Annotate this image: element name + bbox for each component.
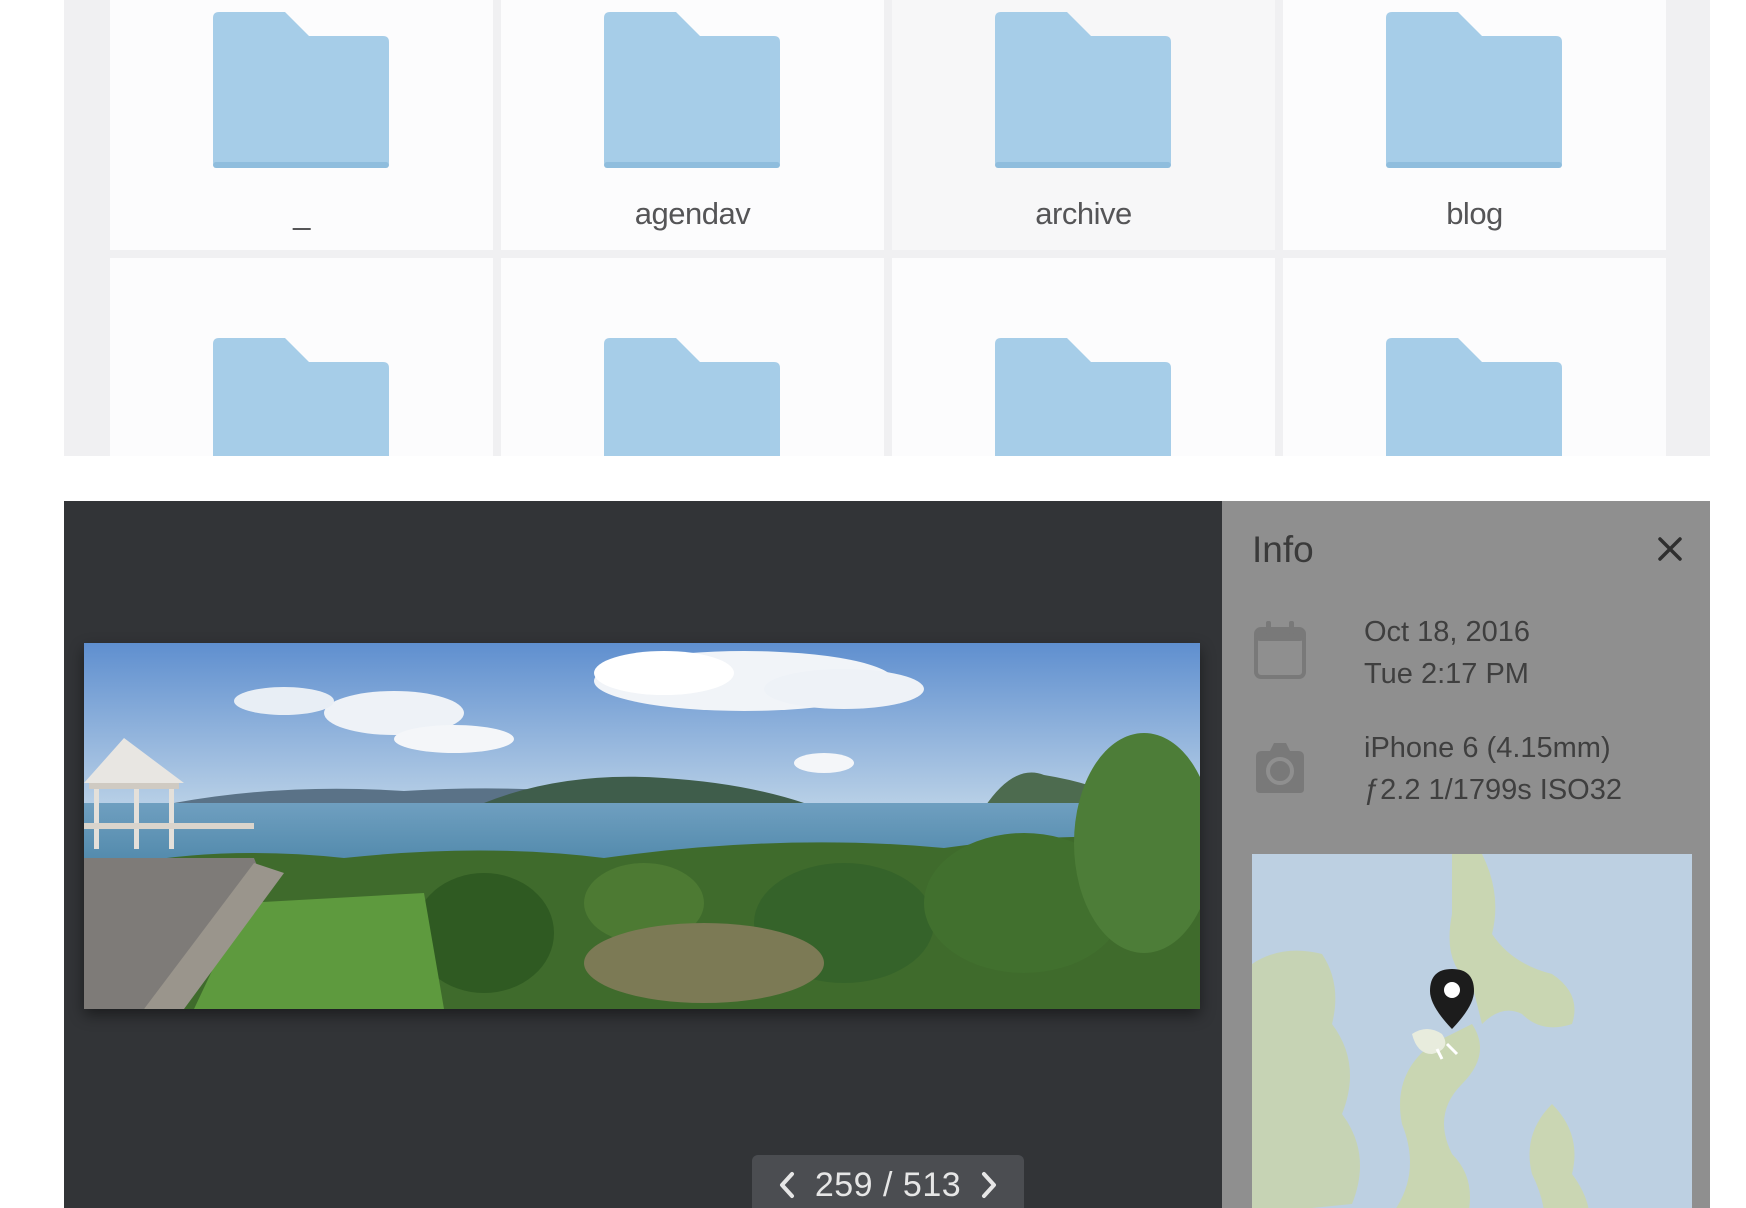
folder-icon	[995, 12, 1171, 168]
panorama-photo[interactable]	[84, 643, 1200, 1009]
folder-name: agendav	[634, 196, 751, 231]
folder-tile[interactable]: agendav	[501, 0, 884, 250]
info-title: Info	[1252, 529, 1314, 570]
info-camera-row: iPhone 6 (4.15mm) ƒ2.2 1/1799s ISO32	[1252, 727, 1690, 807]
image-pager: 259 / 513	[752, 1155, 1024, 1208]
folder-name: archive	[1035, 196, 1132, 231]
folder-icon	[604, 338, 780, 456]
folder-tile[interactable]	[110, 258, 493, 456]
chevron-right-icon[interactable]	[971, 1161, 1009, 1208]
folder-tile[interactable]	[501, 258, 884, 456]
info-panel: Info Oct 18, 2016 Tue 2:17 PM iPhone 6 (…	[1222, 501, 1710, 1208]
folder-tile[interactable]: _	[110, 0, 493, 250]
date-line: Oct 18, 2016	[1364, 616, 1531, 648]
camera-model: iPhone 6 (4.15mm)	[1364, 732, 1611, 764]
folder-icon	[213, 338, 389, 456]
info-date-row: Oct 18, 2016 Tue 2:17 PM	[1252, 611, 1690, 691]
file-browser: _ agendav archive blog	[64, 0, 1710, 456]
folder-icon	[1386, 12, 1562, 168]
page: _ agendav archive blog 259 / 513 Info Oc…	[0, 0, 1746, 1208]
folder-tile[interactable]	[892, 258, 1275, 456]
camera-exposure: ƒ2.2 1/1799s ISO32	[1364, 774, 1622, 806]
folder-name: blog	[1446, 196, 1503, 231]
folder-tile[interactable]: archive	[892, 0, 1275, 250]
calendar-icon	[1252, 617, 1308, 681]
close-icon[interactable]	[1654, 533, 1686, 565]
image-counter: 259 / 513	[814, 1165, 962, 1204]
folder-grid: _ agendav archive blog	[110, 0, 1666, 456]
location-map[interactable]	[1252, 854, 1692, 1208]
time-line: Tue 2:17 PM	[1364, 658, 1529, 690]
camera-icon	[1252, 733, 1308, 797]
folder-tile[interactable]	[1283, 258, 1666, 456]
camera-text: iPhone 6 (4.15mm) ƒ2.2 1/1799s ISO32	[1364, 727, 1622, 811]
folder-icon	[995, 338, 1171, 456]
folder-name: _	[293, 196, 310, 231]
folder-icon	[1386, 338, 1562, 456]
folder-icon	[604, 12, 780, 168]
folder-icon	[213, 12, 389, 168]
chevron-left-icon[interactable]	[767, 1161, 805, 1208]
image-viewer: 259 / 513	[64, 501, 1222, 1208]
date-text: Oct 18, 2016 Tue 2:17 PM	[1364, 611, 1530, 695]
folder-tile[interactable]: blog	[1283, 0, 1666, 250]
